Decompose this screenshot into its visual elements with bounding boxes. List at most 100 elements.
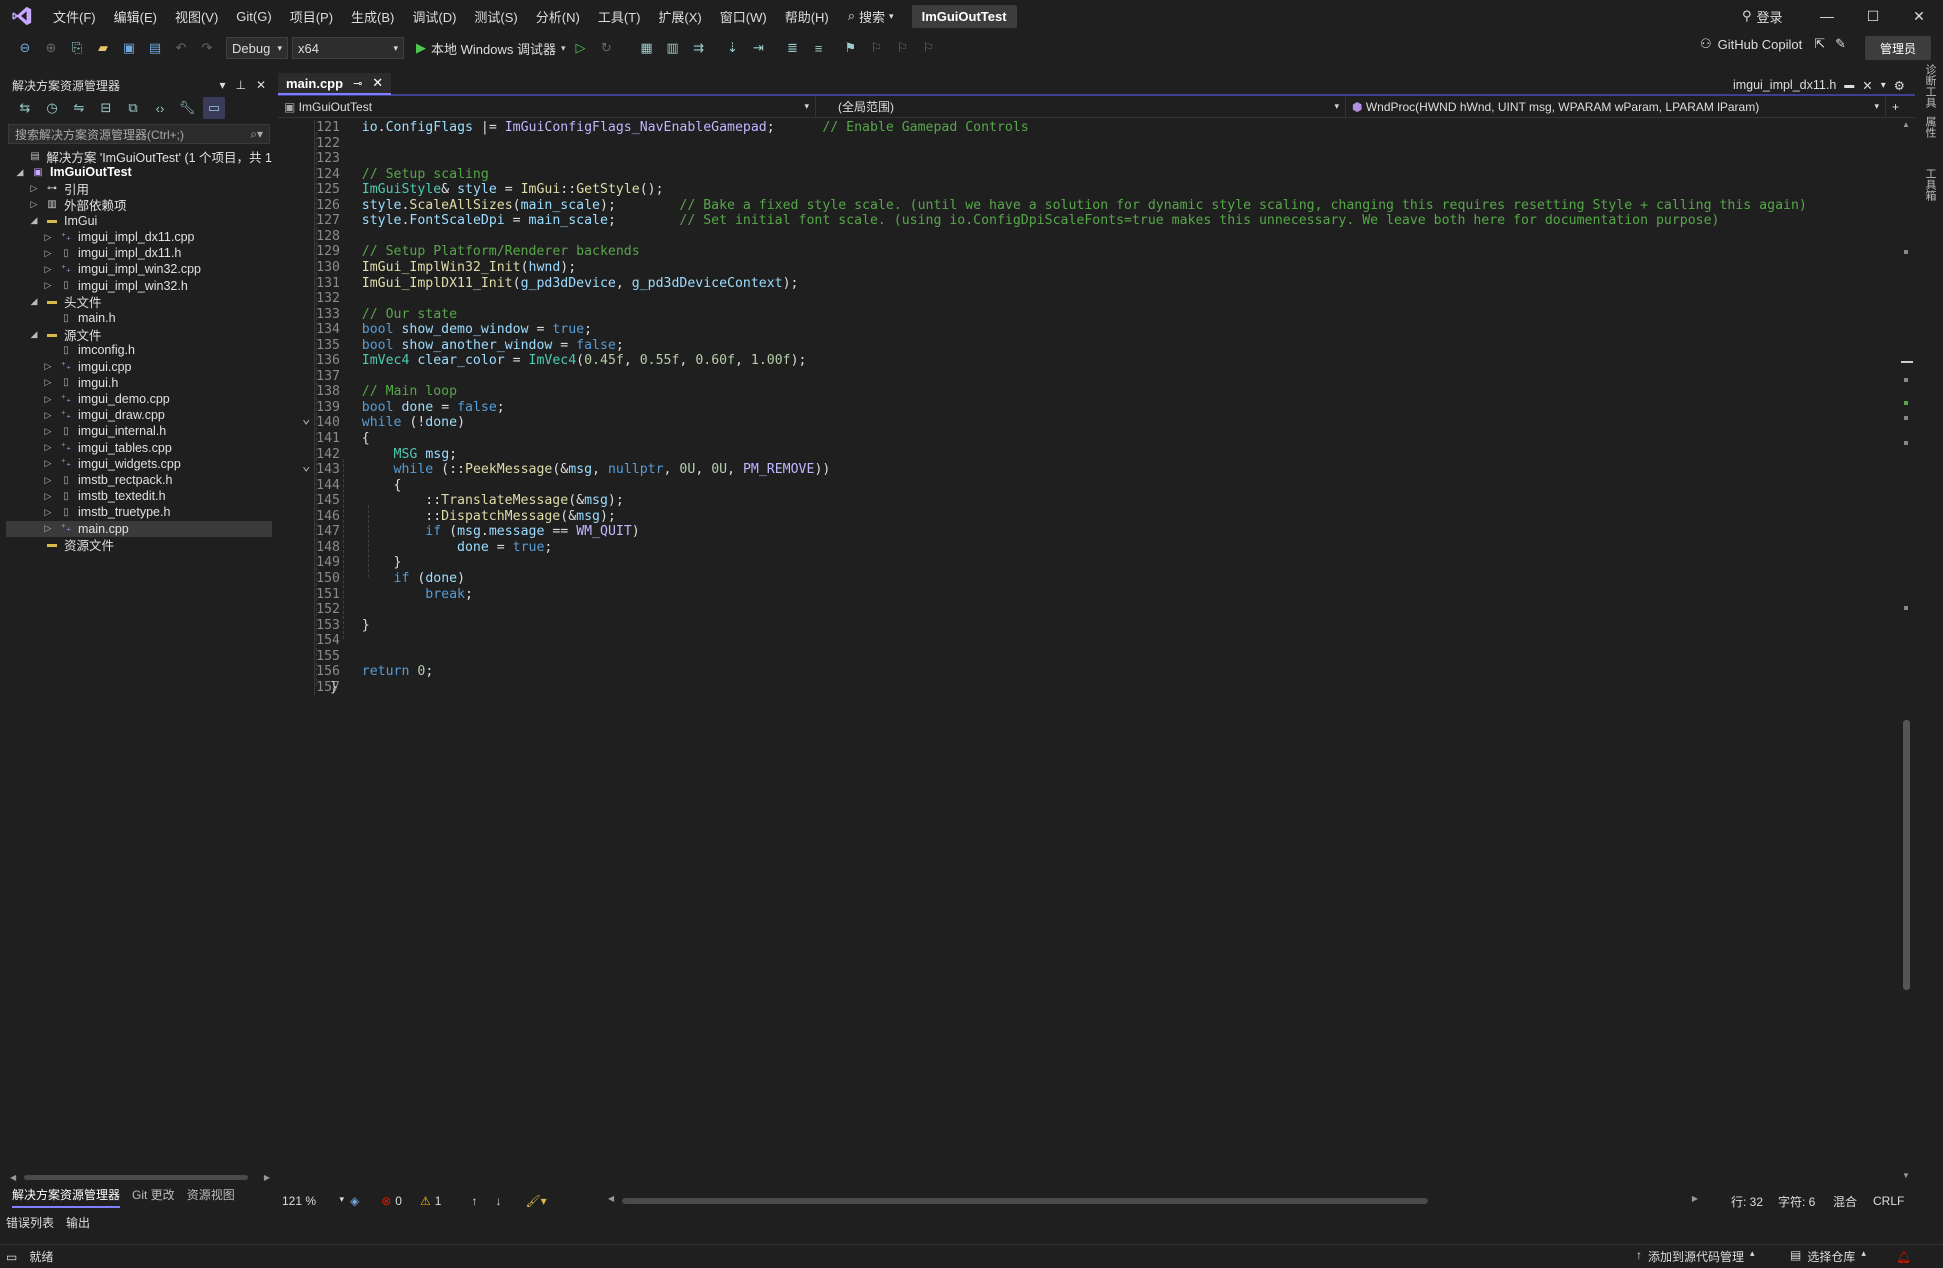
github-copilot-button[interactable]: ⚇ GitHub Copilot ⇱ ✎: [1700, 36, 1846, 52]
tree-item[interactable]: ▷ ▯ imstb_truetype.h: [6, 504, 272, 520]
tree-item[interactable]: ▷ ▯ imstb_textedit.h: [6, 488, 272, 504]
code-map-icon[interactable]: ⇉: [688, 37, 710, 59]
start-without-debugging-icon[interactable]: ▷: [570, 37, 592, 59]
member-dropdown[interactable]: ⬢ WndProc(HWND hWnd, UINT msg, WPARAM wP…: [1346, 96, 1886, 117]
tree-item[interactable]: ▷ ▥ 外部依赖项: [6, 197, 272, 213]
collapsed-chevron-icon[interactable]: ▷: [42, 394, 54, 405]
menu-item[interactable]: 测试(S): [465, 7, 526, 26]
dock-tab[interactable]: 诊断工具: [1922, 64, 1938, 108]
forward-icon[interactable]: ⊕: [40, 37, 62, 59]
close-tab-icon[interactable]: ✕: [372, 75, 383, 91]
uncomment-icon[interactable]: ≡: [808, 37, 830, 59]
browser-link-icon[interactable]: ▦: [636, 37, 658, 59]
menu-item[interactable]: 生成(B): [342, 7, 403, 26]
view-code-icon[interactable]: ‹›: [149, 97, 171, 119]
save-all-icon[interactable]: ▤: [144, 37, 166, 59]
step-over-icon[interactable]: ⇥: [748, 37, 770, 59]
tree-item[interactable]: ◢ ▬ 头文件: [6, 294, 272, 310]
tree-item[interactable]: ◢ ▬ 源文件: [6, 326, 272, 343]
tree-item[interactable]: ▷ ▯ imgui.h: [6, 375, 272, 391]
tree-item[interactable]: ◢ ▣ ImGuiOutTest: [6, 164, 272, 180]
notifications-icon[interactable]: 🔔︎: [1896, 1250, 1911, 1264]
close-panel-icon[interactable]: ✕: [256, 78, 266, 92]
collapsed-chevron-icon[interactable]: ▷: [42, 280, 54, 291]
diagnostics-icon[interactable]: ▥: [662, 37, 684, 59]
dock-tab[interactable]: 属性: [1922, 116, 1938, 138]
tree-item[interactable]: ▷ ⁺₊ imgui.cpp: [6, 359, 272, 375]
tree-item[interactable]: ▷ ▯ imgui_internal.h: [6, 423, 272, 439]
tree-item[interactable]: ▷ ▯ imstb_rectpack.h: [6, 472, 272, 488]
fold-chevron-icon[interactable]: ⌄: [302, 458, 310, 474]
tree-item[interactable]: ▷ ▯ imgui_impl_win32.h: [6, 278, 272, 294]
open-file-icon[interactable]: ▰: [92, 37, 114, 59]
dock-tab[interactable]: 工具箱: [1922, 168, 1938, 201]
tree-item[interactable]: ▷ ⁺₊ imgui_impl_dx11.cpp: [6, 229, 272, 245]
split-icon[interactable]: +: [1892, 100, 1899, 114]
new-project-icon[interactable]: ⎘: [66, 37, 88, 59]
collapsed-chevron-icon[interactable]: ▷: [42, 507, 54, 518]
comment-icon[interactable]: ≣: [782, 37, 804, 59]
collapse-all-icon[interactable]: ⊟: [95, 97, 117, 119]
maximize-button[interactable]: ☐: [1850, 0, 1896, 32]
collapsed-chevron-icon[interactable]: ▷: [42, 458, 54, 469]
pin-icon[interactable]: ⊥: [235, 78, 245, 92]
pin-icon[interactable]: ⊸: [353, 77, 362, 90]
save-icon[interactable]: ▣: [118, 37, 140, 59]
start-debugging-button[interactable]: ▶ 本地 Windows 调试器 ▾: [416, 39, 566, 58]
pending-changes-icon[interactable]: ◷: [41, 97, 63, 119]
collapsed-chevron-icon[interactable]: ▷: [42, 523, 54, 534]
tree-item[interactable]: ▷ ⁺₊ imgui_widgets.cpp: [6, 456, 272, 472]
tab-main-cpp[interactable]: main.cpp ⊸ ✕: [278, 73, 392, 95]
prev-bookmark-icon[interactable]: ⚐: [866, 37, 888, 59]
feedback-icon[interactable]: ✎: [1835, 36, 1846, 52]
collapsed-chevron-icon[interactable]: ▷: [42, 491, 54, 502]
collapsed-chevron-icon[interactable]: ▷: [42, 264, 54, 275]
share-icon[interactable]: ⇱: [1814, 36, 1825, 52]
select-repository[interactable]: ▤ 选择仓库 ▴: [1790, 1248, 1866, 1265]
collapsed-chevron-icon[interactable]: ▷: [42, 248, 54, 259]
tree-item[interactable]: ▯ main.h: [6, 310, 272, 326]
collapsed-chevron-icon[interactable]: ▷: [42, 426, 54, 437]
warnings-indicator[interactable]: ⚠ 1: [420, 1194, 441, 1208]
expanded-chevron-icon[interactable]: ◢: [28, 215, 40, 226]
vertical-scrollbar[interactable]: ▲ ▼: [1899, 120, 1913, 1180]
zoom-dropdown[interactable]: 121 % ▾: [278, 1194, 344, 1208]
search-button[interactable]: ⌕ 搜索 ▾: [838, 7, 904, 26]
panel-tab[interactable]: 资源视图: [187, 1186, 235, 1208]
tree-item[interactable]: ◢ ▬ ImGui: [6, 213, 272, 229]
health-icon[interactable]: ◈: [350, 1194, 359, 1208]
tree-item[interactable]: ▬ 资源文件: [6, 537, 272, 553]
tab-imgui-impl-dx11-h[interactable]: imgui_impl_dx11.h ▬ ✕ ▾ ⚙: [1733, 74, 1905, 96]
expanded-chevron-icon[interactable]: ◢: [28, 329, 40, 340]
collapsed-chevron-icon[interactable]: ▷: [42, 377, 54, 388]
close-tab-icon[interactable]: ✕: [1862, 78, 1872, 93]
bottom-tab[interactable]: 输出: [66, 1214, 90, 1231]
settings-icon[interactable]: ⚙: [1894, 78, 1905, 93]
visual-studio-logo-icon[interactable]: [0, 0, 44, 32]
project-dropdown[interactable]: ▣ ImGuiOutTest ▾: [278, 96, 816, 117]
bookmark-icon[interactable]: ⚑: [840, 37, 862, 59]
tree-item[interactable]: ▷ ▯ imgui_impl_dx11.h: [6, 245, 272, 261]
menu-item[interactable]: 窗口(W): [711, 7, 776, 26]
collapsed-chevron-icon[interactable]: ▷: [42, 442, 54, 453]
horizontal-scrollbar[interactable]: ◀ ▶: [608, 1194, 1698, 1205]
menu-item[interactable]: 帮助(H): [776, 7, 838, 26]
collapsed-chevron-icon[interactable]: ▷: [28, 199, 40, 210]
restart-icon[interactable]: ↻: [596, 37, 618, 59]
solution-search-input[interactable]: 搜索解决方案资源管理器(Ctrl+;) ⌕▾: [8, 124, 270, 144]
panel-tab[interactable]: 解决方案资源管理器: [12, 1186, 121, 1208]
fold-chevron-icon[interactable]: ⌄: [302, 411, 310, 427]
configuration-dropdown[interactable]: Debug ▾: [226, 37, 288, 59]
preview-icon[interactable]: ▭: [203, 97, 225, 119]
menu-item[interactable]: Git(G): [227, 9, 280, 24]
properties-icon[interactable]: 🔧︎: [176, 97, 198, 119]
expanded-chevron-icon[interactable]: ◢: [28, 296, 40, 307]
bottom-tab[interactable]: 错误列表: [6, 1214, 54, 1231]
collapsed-chevron-icon[interactable]: ▷: [28, 183, 40, 194]
char-indicator[interactable]: 字符: 6: [1778, 1193, 1815, 1210]
back-icon[interactable]: ⊖: [14, 37, 36, 59]
errors-indicator[interactable]: ⊗ 0: [381, 1194, 402, 1208]
menu-item[interactable]: 工具(T): [589, 7, 650, 26]
tree-item[interactable]: ▤ 解决方案 'ImGuiOutTest' (1 个项目，共 1: [6, 148, 272, 165]
menu-item[interactable]: 调试(D): [403, 7, 465, 26]
